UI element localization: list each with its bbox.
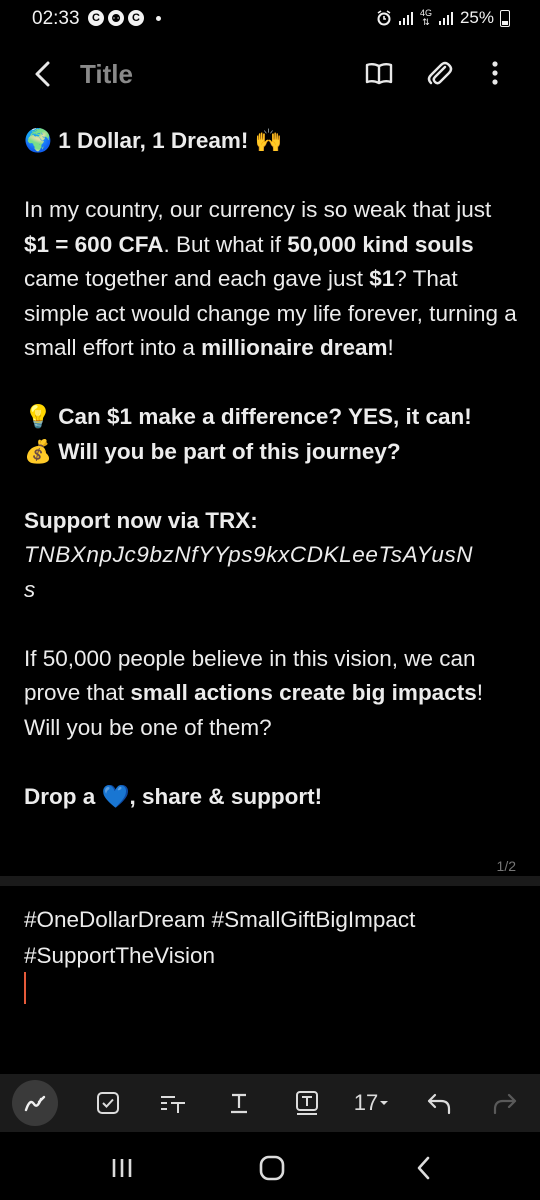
more-options-button[interactable]	[480, 58, 510, 88]
home-icon	[259, 1155, 285, 1181]
book-icon	[365, 63, 393, 85]
blue-heart-icon: 💙	[101, 783, 130, 809]
formatting-toolbar: 17	[0, 1074, 540, 1132]
raised-hands-icon: 🙌	[254, 128, 283, 153]
attach-button[interactable]	[424, 58, 454, 88]
status-bar: 02:33 C ⚉ C 4G ⇅ 25%	[0, 0, 540, 40]
underline-text-button[interactable]	[222, 1082, 256, 1124]
line-bulb: 💡 Can $1 make a difference? YES, it can!	[24, 404, 472, 429]
pen-icon	[24, 1095, 46, 1112]
nav-back-button[interactable]	[404, 1150, 444, 1186]
checkbox-button[interactable]	[92, 1082, 124, 1124]
closing-line: Drop a 💙, share & support!	[24, 783, 323, 809]
more-notifications-dot-icon	[156, 15, 161, 21]
text-format-icon	[231, 1093, 247, 1114]
undo-icon	[427, 1093, 451, 1115]
line-money-bag: 💰 Will you be part of this journey?	[24, 438, 401, 464]
signal-icon	[438, 12, 453, 25]
support-label: Support now via TRX:	[24, 507, 258, 533]
font-size-value: 17	[353, 1090, 379, 1115]
network-type-label: 4G ⇅	[419, 8, 432, 27]
font-size-selector[interactable]: 17	[348, 1082, 396, 1124]
notification-app-icon: C	[88, 10, 104, 26]
back-icon	[417, 1156, 430, 1180]
undo-button[interactable]	[422, 1082, 456, 1124]
battery-icon	[500, 9, 510, 27]
paragraph-currency: In my country, our currency is so weak t…	[24, 197, 517, 360]
text-style-icon	[161, 1096, 185, 1113]
hashtags-text[interactable]: #OneDollarDream #SmallGiftBigImpact #Sup…	[24, 902, 520, 974]
back-arrow-icon	[35, 61, 50, 87]
page-indicator: 1/2	[496, 858, 516, 874]
text-box-button[interactable]	[290, 1082, 324, 1124]
alarm-icon	[377, 10, 391, 26]
signal-icon	[398, 12, 413, 25]
status-right: 4G ⇅ 25%	[376, 8, 510, 28]
page-divider	[0, 876, 540, 886]
status-time: 02:33	[32, 8, 80, 29]
light-bulb-icon: 💡	[24, 404, 53, 429]
heading-text: 1 Dollar, 1 Dream!	[58, 128, 249, 153]
redo-button[interactable]	[488, 1082, 522, 1124]
money-bag-icon: 💰	[24, 438, 53, 464]
text-cursor	[24, 972, 26, 1004]
checkbox-icon	[97, 1092, 119, 1114]
notification-icons: C ⚉ C	[88, 10, 161, 26]
recent-apps-icon	[112, 1159, 132, 1177]
trx-address: TNBXnpJc9bzNfYYps9kxCDKLeeTsAYusN s	[24, 542, 474, 602]
globe-icon: 🌍	[24, 128, 53, 153]
note-body[interactable]: 🌍 1 Dollar, 1 Dream! 🙌 In my country, ou…	[24, 124, 520, 814]
note-header: Title	[0, 44, 540, 106]
note-heading: 🌍 1 Dollar, 1 Dream! 🙌	[24, 124, 520, 159]
system-navigation-bar	[0, 1136, 540, 1200]
title-input[interactable]: Title	[80, 59, 133, 90]
reading-mode-button[interactable]	[364, 58, 394, 88]
home-button[interactable]	[252, 1150, 292, 1186]
paragraph-vision: If 50,000 people believe in this vision,…	[24, 645, 483, 740]
text-box-icon	[296, 1091, 318, 1115]
back-button[interactable]	[26, 56, 62, 92]
paperclip-icon	[427, 61, 453, 85]
handwriting-button[interactable]	[12, 1080, 58, 1126]
notification-app-icon: C	[128, 10, 144, 26]
dropdown-arrow-icon	[380, 1101, 389, 1105]
text-style-button[interactable]	[156, 1082, 190, 1124]
redo-icon	[493, 1093, 517, 1115]
battery-percent: 25%	[459, 8, 494, 27]
recent-apps-button[interactable]	[102, 1150, 142, 1186]
more-vert-icon	[492, 61, 498, 85]
notification-app-icon: ⚉	[108, 10, 124, 26]
